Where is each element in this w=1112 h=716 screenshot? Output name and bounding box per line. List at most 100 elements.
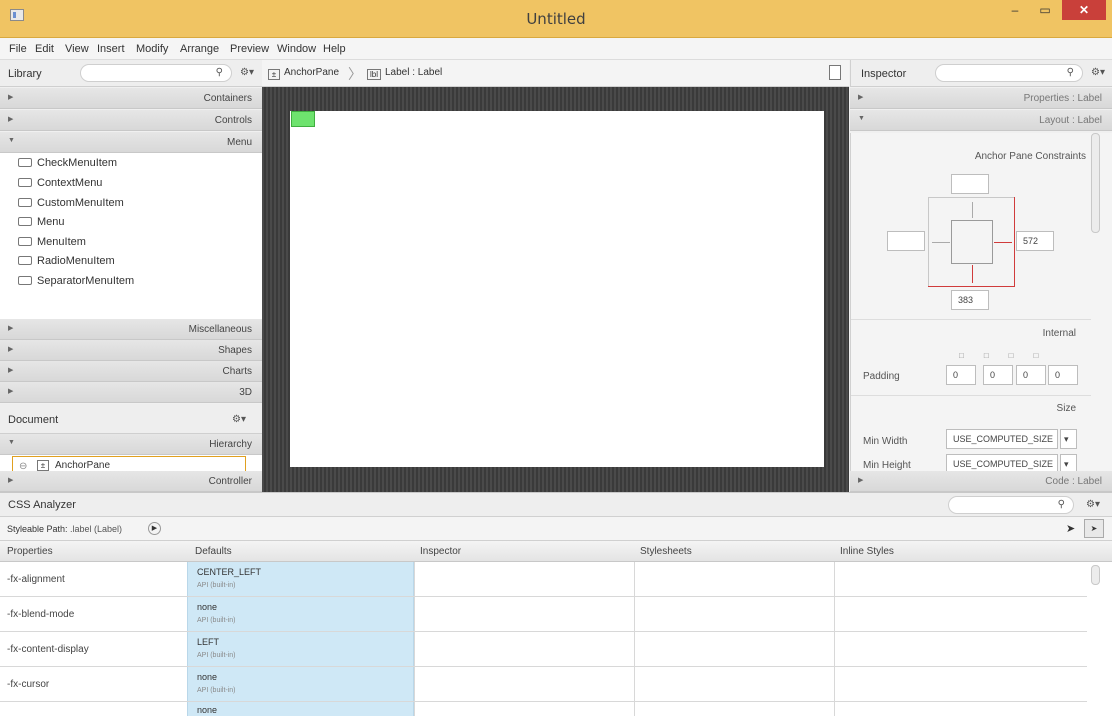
play-icon[interactable]: ▶ (148, 522, 161, 535)
expand-icon: ▶ (8, 94, 14, 101)
section-code[interactable]: ▶ Code : Label (850, 471, 1112, 492)
library-item-separatormenuitem[interactable]: SeparatorMenuItem (18, 275, 134, 287)
section-layout[interactable]: ▼ Layout : Label (850, 110, 1112, 131)
menu-preview[interactable]: Preview (230, 43, 269, 55)
section-menu[interactable]: ▼ Menu (0, 132, 262, 153)
table-row[interactable]: -fx-cursor none API (built-in) (0, 667, 1087, 702)
column-defaults[interactable]: Defaults (195, 546, 232, 557)
column-properties[interactable]: Properties (7, 546, 53, 557)
menu-edit[interactable]: Edit (35, 43, 54, 55)
top-anchor-field[interactable] (951, 174, 989, 194)
inspector-scrollbar[interactable] (1091, 133, 1100, 233)
left-anchor-field[interactable] (887, 231, 925, 251)
right-anchor-field[interactable]: 572 (1016, 231, 1054, 251)
breadcrumb-root[interactable]: ± AnchorPane (268, 67, 339, 80)
css-search-input[interactable]: ⚲ (948, 496, 1074, 514)
expand-icon: ▶ (8, 116, 14, 123)
padding-left-field[interactable]: 0 (1048, 365, 1078, 385)
minimize-button[interactable]: – (1000, 0, 1030, 20)
column-stylesheets[interactable]: Stylesheets (640, 546, 692, 557)
css-pick-icon[interactable]: ➤ (1084, 519, 1104, 538)
default-cell[interactable]: none API (built-in) (187, 597, 414, 631)
library-item-custommenuitem[interactable]: CustomMenuItem (18, 197, 124, 209)
section-label: Controls (214, 115, 252, 126)
library-item-checkmenuitem[interactable]: CheckMenuItem (18, 157, 117, 169)
css-table-header: Properties Defaults Inspector Stylesheet… (0, 541, 1112, 562)
column-inline-styles[interactable]: Inline Styles (840, 546, 894, 557)
section-hierarchy[interactable]: ▼ Hierarchy (0, 434, 262, 455)
table-row[interactable]: -fx-blend-mode none API (built-in) (0, 597, 1087, 632)
column-divider (414, 562, 415, 716)
styleable-path-label: Styleable Path: (7, 524, 68, 534)
gear-icon[interactable]: ⚙▾ (232, 414, 246, 425)
styleable-path-value[interactable]: .label (Label) (70, 524, 122, 534)
selected-label[interactable] (291, 111, 315, 127)
css-table-scrollbar[interactable] (1091, 565, 1100, 585)
section-label: Layout : Label (1039, 115, 1102, 126)
library-header: Library ⚲ ⚙▾ (0, 60, 262, 87)
inspector-search-input[interactable]: ⚲ (935, 64, 1083, 82)
default-value: none (197, 602, 218, 612)
menu-help[interactable]: Help (323, 43, 346, 55)
pointer-icon[interactable]: ➤ (1066, 522, 1075, 535)
library-item-contextmenu[interactable]: ContextMenu (18, 177, 102, 189)
library-search-input[interactable]: ⚲ (80, 64, 232, 82)
default-cell[interactable]: none (187, 702, 414, 716)
menu-arrange[interactable]: Arrange (180, 43, 219, 55)
document-icon[interactable] (829, 65, 841, 80)
gear-icon[interactable]: ⚙▾ (1086, 499, 1100, 510)
section-shapes[interactable]: ▶ Shapes (0, 340, 262, 361)
menu-file[interactable]: File (9, 43, 27, 55)
collapse-icon: ▼ (858, 115, 865, 122)
min-width-dropdown-icon[interactable]: ▾ (1060, 429, 1077, 449)
library-item-radiomenuitem[interactable]: RadioMenuItem (18, 255, 115, 267)
label-icon: lbl (367, 69, 381, 80)
menu-window[interactable]: Window (277, 43, 316, 55)
library-item-menuitem[interactable]: MenuItem (18, 236, 86, 248)
section-miscellaneous[interactable]: ▶ Miscellaneous (0, 319, 262, 340)
table-row[interactable]: -fx-content-display LEFT API (built-in) (0, 632, 1087, 667)
padding-right-field[interactable]: 0 (983, 365, 1013, 385)
constraints-title: Anchor Pane Constraints (974, 151, 1086, 162)
gear-icon[interactable]: ⚙▾ (1091, 67, 1105, 78)
close-button[interactable]: ✕ (1062, 0, 1106, 20)
expand-icon: ▶ (8, 367, 14, 374)
section-controls[interactable]: ▶ Controls (0, 110, 262, 131)
default-cell[interactable]: none API (built-in) (187, 667, 414, 701)
document-header: Document ⚙▾ (0, 404, 262, 434)
gear-icon[interactable]: ⚙▾ (240, 67, 254, 78)
maximize-button[interactable]: ▭ (1030, 0, 1060, 20)
default-source: API (built-in) (197, 687, 236, 694)
section-controller[interactable]: ▶ Controller (0, 471, 262, 492)
breadcrumb-leaf[interactable]: lbl Label : Label (367, 67, 442, 80)
menu-insert[interactable]: Insert (97, 43, 125, 55)
bottom-edge-line (928, 286, 1015, 287)
column-inspector[interactable]: Inspector (420, 546, 461, 557)
tree-toggle-icon[interactable]: ⊖ (19, 461, 27, 471)
expand-icon: ▶ (858, 477, 864, 484)
tree-item-anchorpane[interactable]: ⊖ ± AnchorPane (12, 456, 246, 471)
default-value: LEFT (197, 637, 220, 647)
section-label: Charts (222, 366, 252, 377)
column-divider (634, 562, 635, 716)
section-charts[interactable]: ▶ Charts (0, 361, 262, 382)
section-properties[interactable]: ▶ Properties : Label (850, 88, 1112, 109)
menu-modify[interactable]: Modify (136, 43, 168, 55)
min-width-field[interactable]: USE_COMPUTED_SIZE (946, 429, 1058, 449)
section-containers[interactable]: ▶ Containers (0, 88, 262, 109)
bottom-anchor-field[interactable]: 383 (951, 290, 989, 310)
table-row[interactable]: none (0, 702, 1087, 716)
library-item-menu[interactable]: Menu (18, 216, 65, 228)
padding-top-field[interactable]: 0 (946, 365, 976, 385)
section-3d[interactable]: ▶ 3D (0, 382, 262, 403)
canvas-anchorpane[interactable] (290, 111, 824, 467)
default-cell[interactable]: LEFT API (built-in) (187, 632, 414, 666)
table-row[interactable]: -fx-alignment CENTER_LEFT API (built-in) (0, 562, 1087, 597)
anchorpane-icon: ± (37, 460, 49, 471)
menu-view[interactable]: View (65, 43, 89, 55)
right-constraint-line (994, 242, 1012, 243)
default-cell[interactable]: CENTER_LEFT API (built-in) (187, 562, 414, 596)
contextmenu-icon (18, 178, 32, 187)
property-name: -fx-alignment (7, 574, 65, 585)
padding-bottom-field[interactable]: 0 (1016, 365, 1046, 385)
